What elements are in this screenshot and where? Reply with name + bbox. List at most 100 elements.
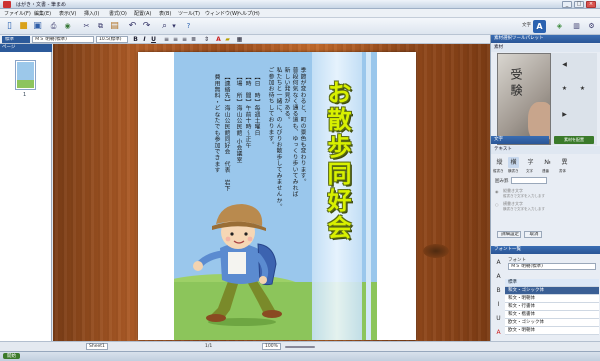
app-window: はがき・文書 - 筆まめ _ □ × ファイル(F) 編集(E) 表示(V) 挿… (0, 0, 600, 361)
body-line-5[interactable]: ご参加お待ちしております。 (266, 67, 274, 148)
font-bold-icon[interactable]: B (493, 285, 504, 296)
underline-button[interactable]: U (150, 36, 157, 43)
undo-icon[interactable]: ↶ (126, 20, 139, 33)
preview-icon[interactable]: ◉ (61, 20, 74, 33)
text-color-icon[interactable]: A (215, 36, 222, 43)
font-list-item[interactable]: 欧文・ゴシック体 (505, 319, 599, 327)
material-subheader: 素材 (491, 44, 600, 52)
tool-label-serial: 連番 (542, 169, 549, 173)
print-icon[interactable]: ⎙ (47, 20, 60, 33)
detail-footer[interactable]: 費用無料・どなたでも参加できます (212, 74, 220, 173)
settings-icon[interactable]: ⚙ (585, 20, 598, 33)
font-current-field[interactable]: ＭＳ 明朝(標準) (508, 263, 596, 270)
text-mode-icon[interactable]: A (533, 20, 546, 33)
menu-table[interactable]: 表(B) (159, 10, 171, 17)
font-list-item[interactable]: 和文・行書体 (505, 303, 599, 311)
sheet-tab[interactable]: Sheet1 (86, 343, 108, 350)
star-icon[interactable]: ★ (559, 83, 570, 94)
start-button[interactable]: 開始 (3, 353, 20, 359)
zoom-slider[interactable] (285, 346, 315, 348)
font-list-item[interactable]: 欧文・明朝体 (505, 327, 599, 335)
new-document-icon[interactable]: ▯ (3, 20, 16, 33)
bold-button[interactable]: B (132, 36, 139, 43)
club-title[interactable]: お散歩同好会 (319, 80, 355, 242)
layers-icon[interactable]: ◈ (553, 20, 566, 33)
material-preview-image[interactable]: 受験 (497, 53, 551, 145)
tool-label-char: 文字 (526, 169, 533, 173)
align-right-icon[interactable]: ≡ (181, 36, 188, 43)
close-button[interactable]: × (586, 1, 596, 8)
save-icon[interactable]: ▣ (31, 20, 44, 33)
menu-arrange[interactable]: 配置(A) (134, 10, 151, 17)
paste-icon[interactable]: ▤ (108, 20, 121, 33)
menu-view[interactable]: 表示(V) (59, 10, 76, 17)
tool-palette-panel: 素材選択ツールパレット 素材 受験 ◀ ★ ★ ▶ 素材を配置 文字 テキスト … (490, 35, 600, 348)
minimize-button[interactable]: _ (562, 1, 572, 8)
serial-tool-icon[interactable]: № (542, 157, 553, 168)
font-size-select[interactable]: 10.5(標準) (96, 36, 128, 43)
walking-boy-illustration[interactable] (184, 198, 294, 326)
frame-select[interactable] (511, 177, 547, 184)
font-size-icon[interactable]: A (493, 271, 504, 282)
detail-contact[interactable]: 【連絡先】海山公民館同好会 代表 岩下 (222, 74, 230, 192)
typeface-tool-icon[interactable]: 異 (559, 157, 570, 168)
body-line-4[interactable]: 私たちと一緒に、のんびりお散歩してみませんか。 (274, 67, 282, 210)
char-tool-icon[interactable]: 字 (525, 157, 536, 168)
font-select[interactable]: ＭＳ 明朝(標準) (32, 36, 94, 43)
detail-time[interactable]: 【時 間】午前十時～正午 (243, 74, 251, 148)
document-workspace: お散歩同好会 季節が変わると、町の景色も変わります。 普段何気なく通る道も、ゆっ… (53, 44, 490, 341)
play-icon[interactable]: ▶ (559, 109, 570, 120)
next-icon[interactable]: ★ (577, 83, 588, 94)
body-line-2[interactable]: 普段何気なく通る道も、ゆっくり歩いてみれば (290, 67, 298, 197)
detail-date[interactable]: 【日 時】毎週土曜日 (252, 74, 260, 136)
menu-edit[interactable]: 編集(E) (34, 10, 51, 17)
tool-label-typeface: 書体 (559, 169, 566, 173)
body-line-1[interactable]: 季節が変わると、町の景色も変わります。 (298, 67, 306, 185)
vertical-text-icon[interactable]: ⇕ (203, 36, 210, 43)
font-list-item[interactable]: 和文・ゴシック体 (505, 287, 599, 295)
font-tool-icon[interactable]: A (493, 257, 504, 268)
font-list-item[interactable]: 標準 (505, 279, 599, 287)
font-color-icon[interactable]: A (493, 327, 504, 338)
zoom-level[interactable]: 100% (262, 343, 281, 350)
horizontal-write-icon[interactable]: 横 (508, 157, 519, 168)
detail-place[interactable]: 【場 所】海山公民館 小会議室 (234, 74, 242, 163)
font-list-item[interactable]: 和文・楷書体 (505, 311, 599, 319)
maximize-button[interactable]: □ (574, 1, 584, 8)
panel-icon[interactable]: ▥ (570, 20, 583, 33)
detail-settings-button[interactable]: 詳細設定 (497, 231, 521, 238)
prev-icon[interactable]: ◀ (559, 59, 570, 70)
align-center-icon[interactable]: ≡ (172, 36, 179, 43)
body-line-3[interactable]: 新しい発見がある。 (282, 67, 290, 123)
menu-file[interactable]: ファイル(F) (4, 10, 31, 17)
font-list-item[interactable]: 和文・明朝体 (505, 295, 599, 303)
font-italic-icon[interactable]: I (493, 299, 504, 310)
radio-option-2[interactable]: ○ (495, 202, 499, 207)
postcard-page[interactable]: お散歩同好会 季節が変わると、町の景色も変わります。 普段何気なく通る道も、ゆっ… (138, 52, 416, 340)
chevron-down-icon[interactable]: ▾ (170, 20, 178, 33)
page-thumbnail[interactable] (15, 60, 36, 90)
font-underline-icon[interactable]: U (493, 313, 504, 324)
menu-insert[interactable]: 挿入(I) (84, 10, 99, 17)
postcard-design: お散歩同好会 季節が変わると、町の景色も変わります。 普段何気なく通る道も、ゆっ… (174, 52, 377, 340)
redo-icon[interactable]: ↷ (140, 20, 153, 33)
italic-button[interactable]: I (141, 36, 148, 43)
copy-icon[interactable]: ⧉ (94, 20, 107, 33)
open-folder-icon[interactable]: ■ (17, 20, 30, 33)
menu-tools[interactable]: ツール(T) (178, 10, 200, 17)
place-material-button[interactable]: 素材を配置 (554, 136, 594, 144)
style-select[interactable]: 標準 (2, 36, 30, 43)
menu-format[interactable]: 書式(O) (109, 10, 127, 17)
menu-window[interactable]: ウィンドウ(W) (205, 10, 239, 17)
highlight-icon[interactable]: ▰ (224, 36, 231, 43)
align-left-icon[interactable]: ≡ (163, 36, 170, 43)
help-icon[interactable]: ? (182, 20, 195, 33)
text-section-subheader: テキスト (491, 146, 600, 154)
radio-option-1[interactable]: ◉ (495, 189, 499, 194)
border-icon[interactable]: ▦ (236, 36, 243, 43)
justify-icon[interactable]: ≣ (190, 36, 197, 43)
cancel-button[interactable]: 取消 (524, 231, 542, 238)
menu-help[interactable]: ヘルプ(H) (237, 10, 260, 17)
cut-icon[interactable]: ✂ (80, 20, 93, 33)
vertical-write-icon[interactable]: 縦 (494, 157, 505, 168)
